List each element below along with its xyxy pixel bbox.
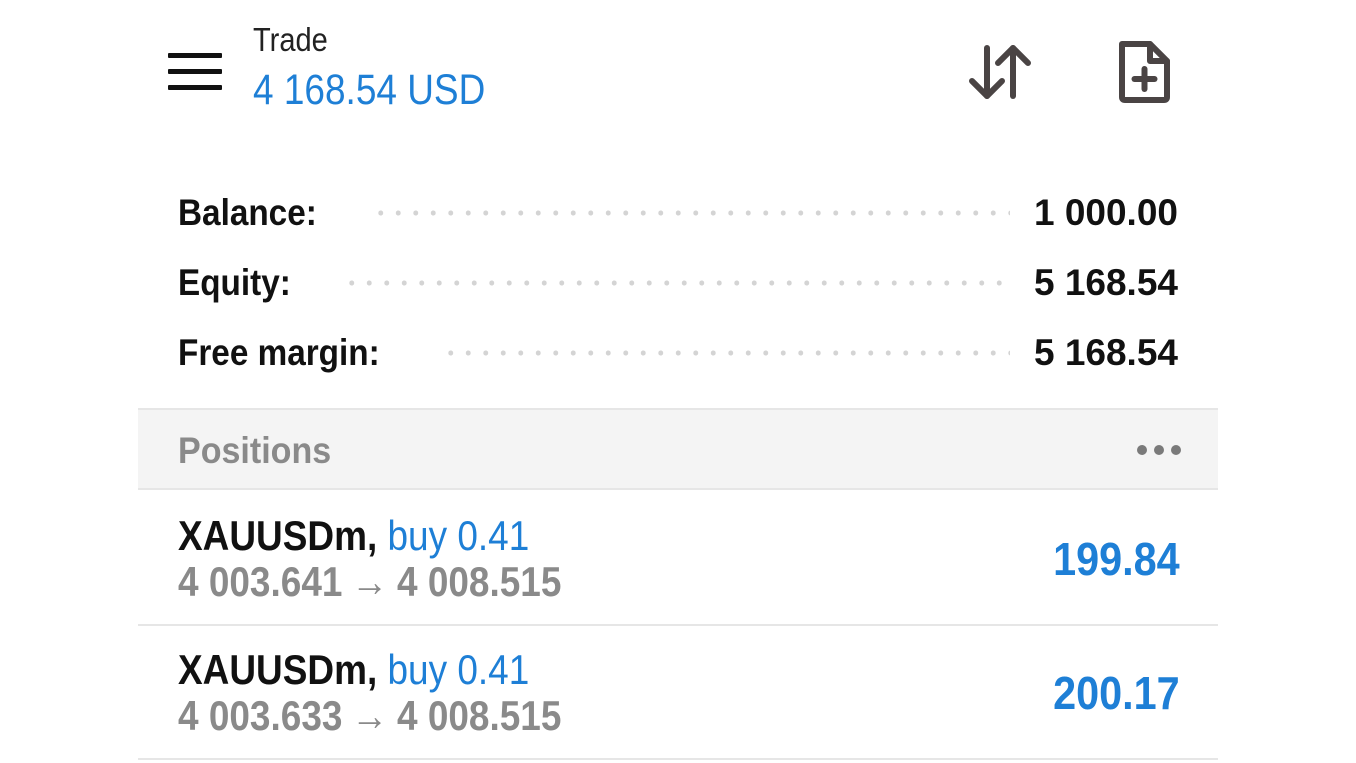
sort-button[interactable]	[958, 36, 1042, 108]
position-title-line: XAUUSDm, buy 0.41	[178, 644, 529, 696]
balance-row: Balance: 1 000.00	[178, 178, 1178, 248]
position-price-line: 4 003.633 → 4 008.515	[178, 690, 561, 742]
equity-value: 5 168.54	[1033, 262, 1178, 303]
position-symbol: XAUUSDm	[178, 646, 367, 693]
dotted-leader	[343, 280, 1010, 286]
price-arrow: →	[351, 692, 389, 739]
position-side-volume: buy 0.41	[387, 646, 530, 693]
position-profit: 200.17	[1053, 667, 1180, 719]
current-price: 4 008.515	[396, 692, 562, 739]
sort-arrows-icon	[969, 45, 1031, 99]
menu-button[interactable]	[160, 42, 230, 102]
free-margin-label: Free margin:	[178, 332, 380, 373]
positions-title: Positions	[178, 430, 332, 471]
balance-value: 1 000.00	[1033, 192, 1178, 233]
separator-comma: ,	[366, 646, 378, 693]
dotted-leader	[442, 350, 1010, 356]
position-title-line: XAUUSDm, buy 0.41	[178, 510, 529, 562]
equity-label: Equity:	[178, 262, 291, 303]
free-margin-value: 5 168.54	[1033, 332, 1178, 373]
positions-more-button[interactable]	[1124, 428, 1194, 472]
new-document-plus-icon	[1119, 41, 1170, 103]
free-margin-row: Free margin: 5 168.54	[178, 318, 1178, 388]
open-price: 4 003.633	[178, 692, 343, 739]
open-price: 4 003.641	[178, 558, 343, 605]
more-dots-icon	[1137, 445, 1181, 455]
balance-label: Balance:	[178, 192, 317, 233]
separator-comma: ,	[366, 512, 378, 559]
price-arrow: →	[351, 558, 389, 605]
current-price: 4 008.515	[396, 558, 562, 605]
new-order-button[interactable]	[1106, 32, 1182, 112]
total-profit: 4 168.54 USD	[253, 66, 486, 114]
hamburger-menu-icon	[168, 53, 222, 90]
positions-section-header: Positions	[138, 408, 1218, 490]
position-row[interactable]: XAUUSDm, buy 0.41 4 003.641 → 4 008.515 19…	[138, 492, 1218, 626]
position-side-volume: buy 0.41	[387, 512, 530, 559]
title-block: Trade 4 168.54 USD	[253, 20, 523, 116]
position-row[interactable]: XAUUSDm, buy 0.41 4 003.633 → 4 008.515 20…	[138, 626, 1218, 760]
app-header: Trade 4 168.54 USD	[0, 0, 1356, 150]
position-price-line: 4 003.641 → 4 008.515	[178, 556, 561, 608]
page-title: Trade	[253, 21, 328, 58]
position-profit: 199.84	[1053, 533, 1180, 585]
equity-row: Equity: 5 168.54	[178, 248, 1178, 318]
position-symbol: XAUUSDm	[178, 512, 367, 559]
account-summary: Balance: 1 000.00 Equity: 5 168.54 Free …	[178, 178, 1178, 388]
dotted-leader	[372, 210, 1010, 216]
